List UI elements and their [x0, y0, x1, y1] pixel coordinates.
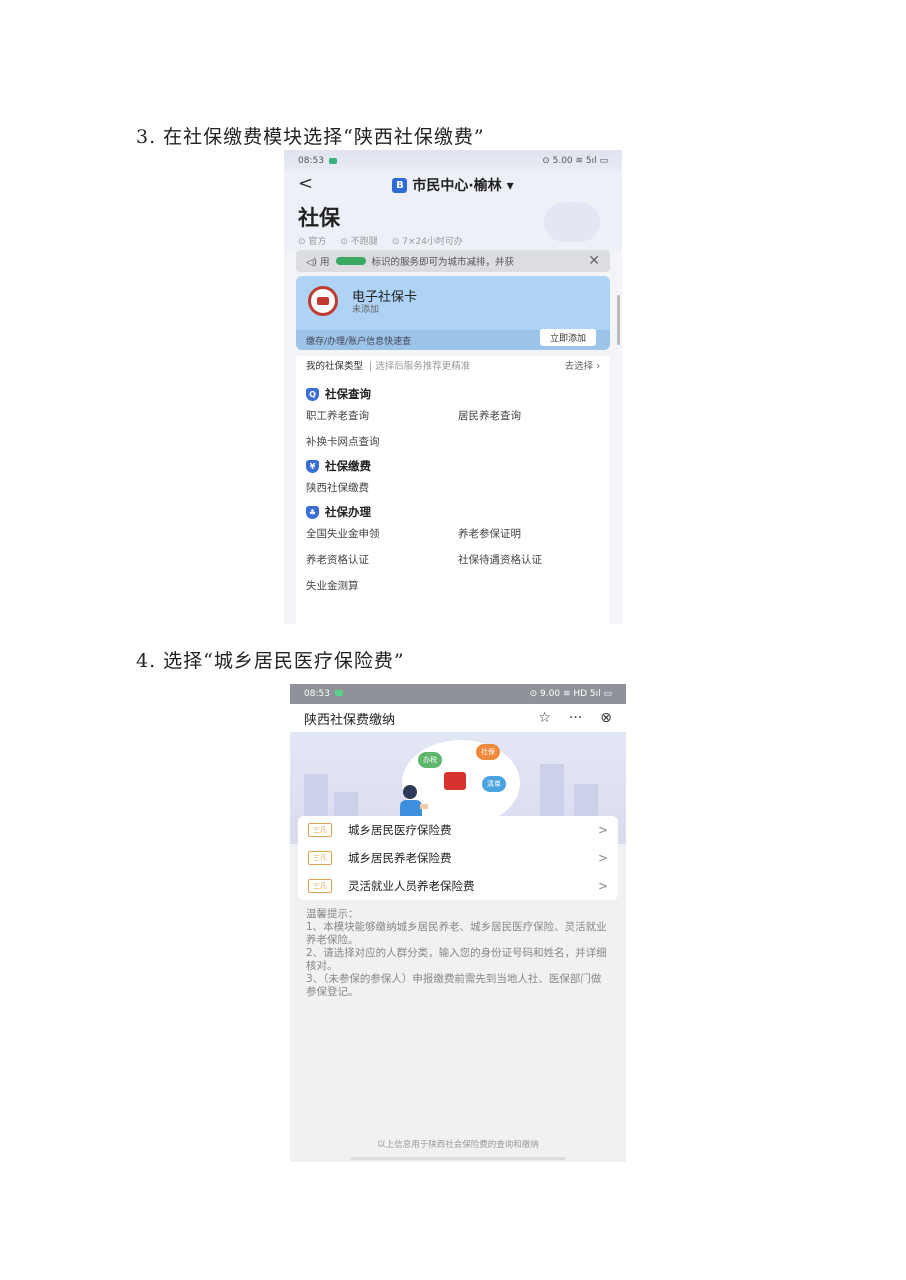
document-icon: 三凡 — [308, 851, 332, 865]
more-icon[interactable]: ··· — [569, 710, 582, 726]
list-chip: 清单 — [482, 776, 506, 792]
screenshot-social-security: 08:53 ⊙ 5.00 ≋ 5ıl ▭ < B 市民中心·榆林 ▾ 社保 ⊙ … — [284, 150, 622, 624]
search-shield-icon: Q — [306, 387, 319, 401]
star-icon[interactable]: ☆ — [538, 710, 551, 726]
social-security-emblem-icon — [308, 286, 338, 316]
wechat-icon — [328, 158, 337, 164]
tag-no-trip: ⊙ 不跑腿 — [340, 237, 378, 247]
insurance-type-list: 三凡 城乡居民医疗保险费 > 三凡 城乡居民养老保险费 > 三凡 灵活就业人员养… — [298, 816, 618, 900]
page-title: 陕西社保费缴纳 — [304, 712, 396, 728]
mini-program-nav: 陕西社保费缴纳 ☆ ··· ⊗ — [290, 704, 626, 732]
tax-chip: 办税 — [418, 752, 442, 768]
close-icon[interactable]: ✕ — [588, 253, 600, 269]
notice-text: 标识的服务即可为城市减排，并获 — [371, 257, 515, 268]
city-selector[interactable]: B 市民中心·榆林 ▾ — [392, 175, 514, 195]
close-icon[interactable]: ⊗ — [600, 710, 612, 726]
status-time: 08:53 — [304, 689, 330, 699]
step-4-caption: 4. 选择“城乡居民医疗保险费” — [136, 650, 405, 672]
chevron-right-icon: > — [597, 823, 608, 837]
service-item[interactable]: 补换卡网点查询 — [306, 428, 458, 454]
status-icons: ⊙ 5.00 ≋ 5ıl ▭ — [542, 156, 608, 166]
notice-bar[interactable]: ◁) 用 标识的服务即可为城市减排，并获 ✕ — [296, 250, 610, 272]
green-badge-icon — [335, 257, 366, 265]
row-flexible-employment-pension[interactable]: 三凡 灵活就业人员养老保险费 > — [298, 872, 618, 900]
row-rural-pension-insurance[interactable]: 三凡 城乡居民养老保险费 > — [298, 844, 618, 872]
screenshot-shaanxi-payment: 08:53 ⊙ 9.00 ≋ HD 5ıl ▭ 陕西社保费缴纳 ☆ ··· ⊗ … — [290, 684, 626, 1162]
tip-item: 1、本模块能够缴纳城乡居民养老、城乡居民医疗保险、灵活就业养老保险。 — [306, 921, 607, 946]
chevron-right-icon: > — [597, 851, 608, 865]
social-chip: 社保 — [476, 744, 500, 760]
document-icon: 三凡 — [308, 879, 332, 893]
e-social-card[interactable]: 电子社保卡 未添加 缴存/办理/账户信息快速查 立即添加 — [296, 276, 610, 350]
speaker-icon: ◁) 用 — [306, 257, 330, 268]
step-3-caption: 3. 在社保缴费模块选择“陕西社保缴费” — [136, 126, 485, 148]
select-type-link[interactable]: 去选择 › — [565, 358, 600, 372]
insurance-type-bar[interactable]: 我的社保类型 | 选择后服务推荐更精准 去选择 › — [296, 356, 610, 374]
add-card-button[interactable]: 立即添加 — [539, 329, 596, 346]
section-title: 社保办理 — [325, 505, 371, 519]
watermark-icon — [544, 202, 600, 242]
service-panel: Q 社保查询 职工养老查询 居民养老查询 补换卡网点查询 ¥ 社保缴费 陕西社保… — [296, 374, 610, 624]
home-indicator — [350, 1157, 566, 1160]
service-item-shaanxi-payment[interactable]: 陕西社保缴费 — [306, 474, 600, 500]
warm-tips: 温馨提示： 1、本模块能够缴纳城乡居民养老、城乡居民医疗保险、灵活就业养老保险。… — [290, 900, 626, 999]
person-shield-icon: ♣ — [306, 505, 319, 519]
tag-official: ⊙ 官方 — [298, 237, 327, 247]
nav-title: 市民中心·榆林 ▾ — [412, 178, 514, 194]
service-item[interactable]: 全国失业金申领 — [306, 520, 458, 546]
section-handling: ♣ 社保办理 — [306, 500, 600, 520]
service-item[interactable]: 失业金测算 — [306, 572, 458, 598]
section-title: 社保查询 — [325, 387, 371, 401]
chevron-right-icon: > — [597, 879, 608, 893]
row-label: 城乡居民养老保险费 — [348, 851, 452, 865]
row-label: 城乡居民医疗保险费 — [348, 823, 452, 837]
status-time: 08:53 — [298, 156, 324, 166]
type-hint: | 选择后服务推荐更精准 — [369, 361, 471, 372]
yuan-shield-icon: ¥ — [306, 459, 319, 473]
section-title: 社保缴费 — [325, 459, 371, 473]
status-bar: 08:53 ⊙ 5.00 ≋ 5ıl ▭ — [284, 150, 622, 172]
section-query: Q 社保查询 — [306, 374, 600, 402]
app-logo-icon — [444, 772, 466, 790]
footer-note: 以上信息用于陕西社会保险费的查询和缴纳 — [377, 1140, 539, 1150]
status-bar: 08:53 ⊙ 9.00 ≋ HD 5ıl ▭ — [290, 684, 626, 704]
citizen-center-logo-icon: B — [392, 177, 408, 193]
back-icon[interactable]: < — [298, 173, 313, 194]
section-payment: ¥ 社保缴费 — [306, 454, 600, 474]
document-icon: 三凡 — [308, 823, 332, 837]
status-icons: ⊙ 9.00 ≋ HD 5ıl ▭ — [529, 689, 612, 699]
service-item[interactable]: 居民养老查询 — [458, 402, 600, 428]
service-item[interactable]: 养老资格认证 — [306, 546, 458, 572]
nav-bar: < B 市民中心·榆林 ▾ — [284, 172, 622, 198]
service-item[interactable]: 社保待遇资格认证 — [458, 546, 600, 572]
card-subtitle: 未添加 — [352, 305, 380, 315]
type-label: 我的社保类型 — [306, 361, 364, 372]
row-rural-medical-insurance[interactable]: 三凡 城乡居民医疗保险费 > — [298, 816, 618, 844]
row-label: 灵活就业人员养老保险费 — [348, 879, 475, 893]
wechat-icon — [334, 690, 343, 696]
tip-item: 2、请选择对应的人群分类，输入您的身份证号码和姓名，并详细核对。 — [306, 947, 607, 972]
tag-24h: ⊙ 7×24小时可办 — [391, 237, 463, 247]
scrollbar[interactable] — [617, 295, 620, 345]
service-item[interactable]: 职工养老查询 — [306, 402, 458, 428]
service-item[interactable]: 养老参保证明 — [458, 520, 600, 546]
tip-item: 3、（未参保的参保人）申报缴费前需先到当地人社、医保部门做参保登记。 — [306, 973, 602, 998]
page-header: 社保 ⊙ 官方 ⊙ 不跑腿 ⊙ 7×24小时可办 — [284, 198, 622, 250]
tips-title: 温馨提示： — [306, 908, 359, 920]
